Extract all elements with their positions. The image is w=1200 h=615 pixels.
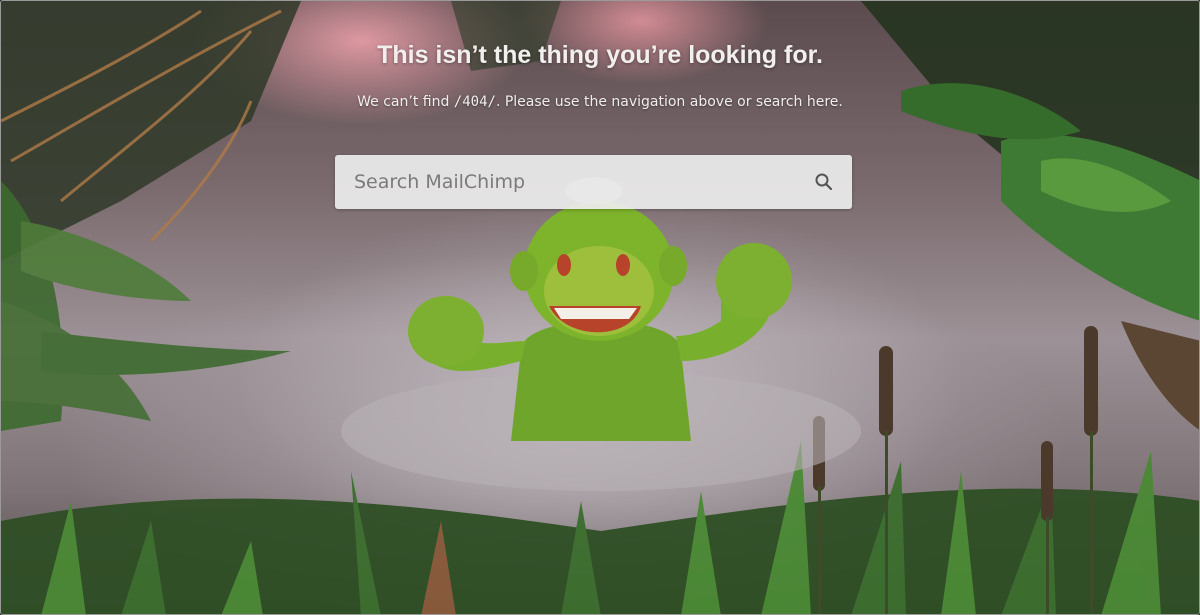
missing-path: /404/ [453, 94, 496, 110]
error-description: We can’t find /404/. Please use the navi… [1, 94, 1199, 110]
error-page: This isn’t the thing you’re looking for.… [0, 0, 1200, 615]
description-suffix: . Please use the navigation above or sea… [495, 94, 843, 110]
search-input[interactable] [335, 155, 795, 209]
search-icon[interactable] [814, 172, 834, 192]
search-box [335, 155, 852, 209]
freddie-monkey-figure [341, 177, 861, 491]
description-prefix: We can’t find [357, 94, 454, 110]
page-title: This isn’t the thing you’re looking for. [377, 41, 823, 69]
